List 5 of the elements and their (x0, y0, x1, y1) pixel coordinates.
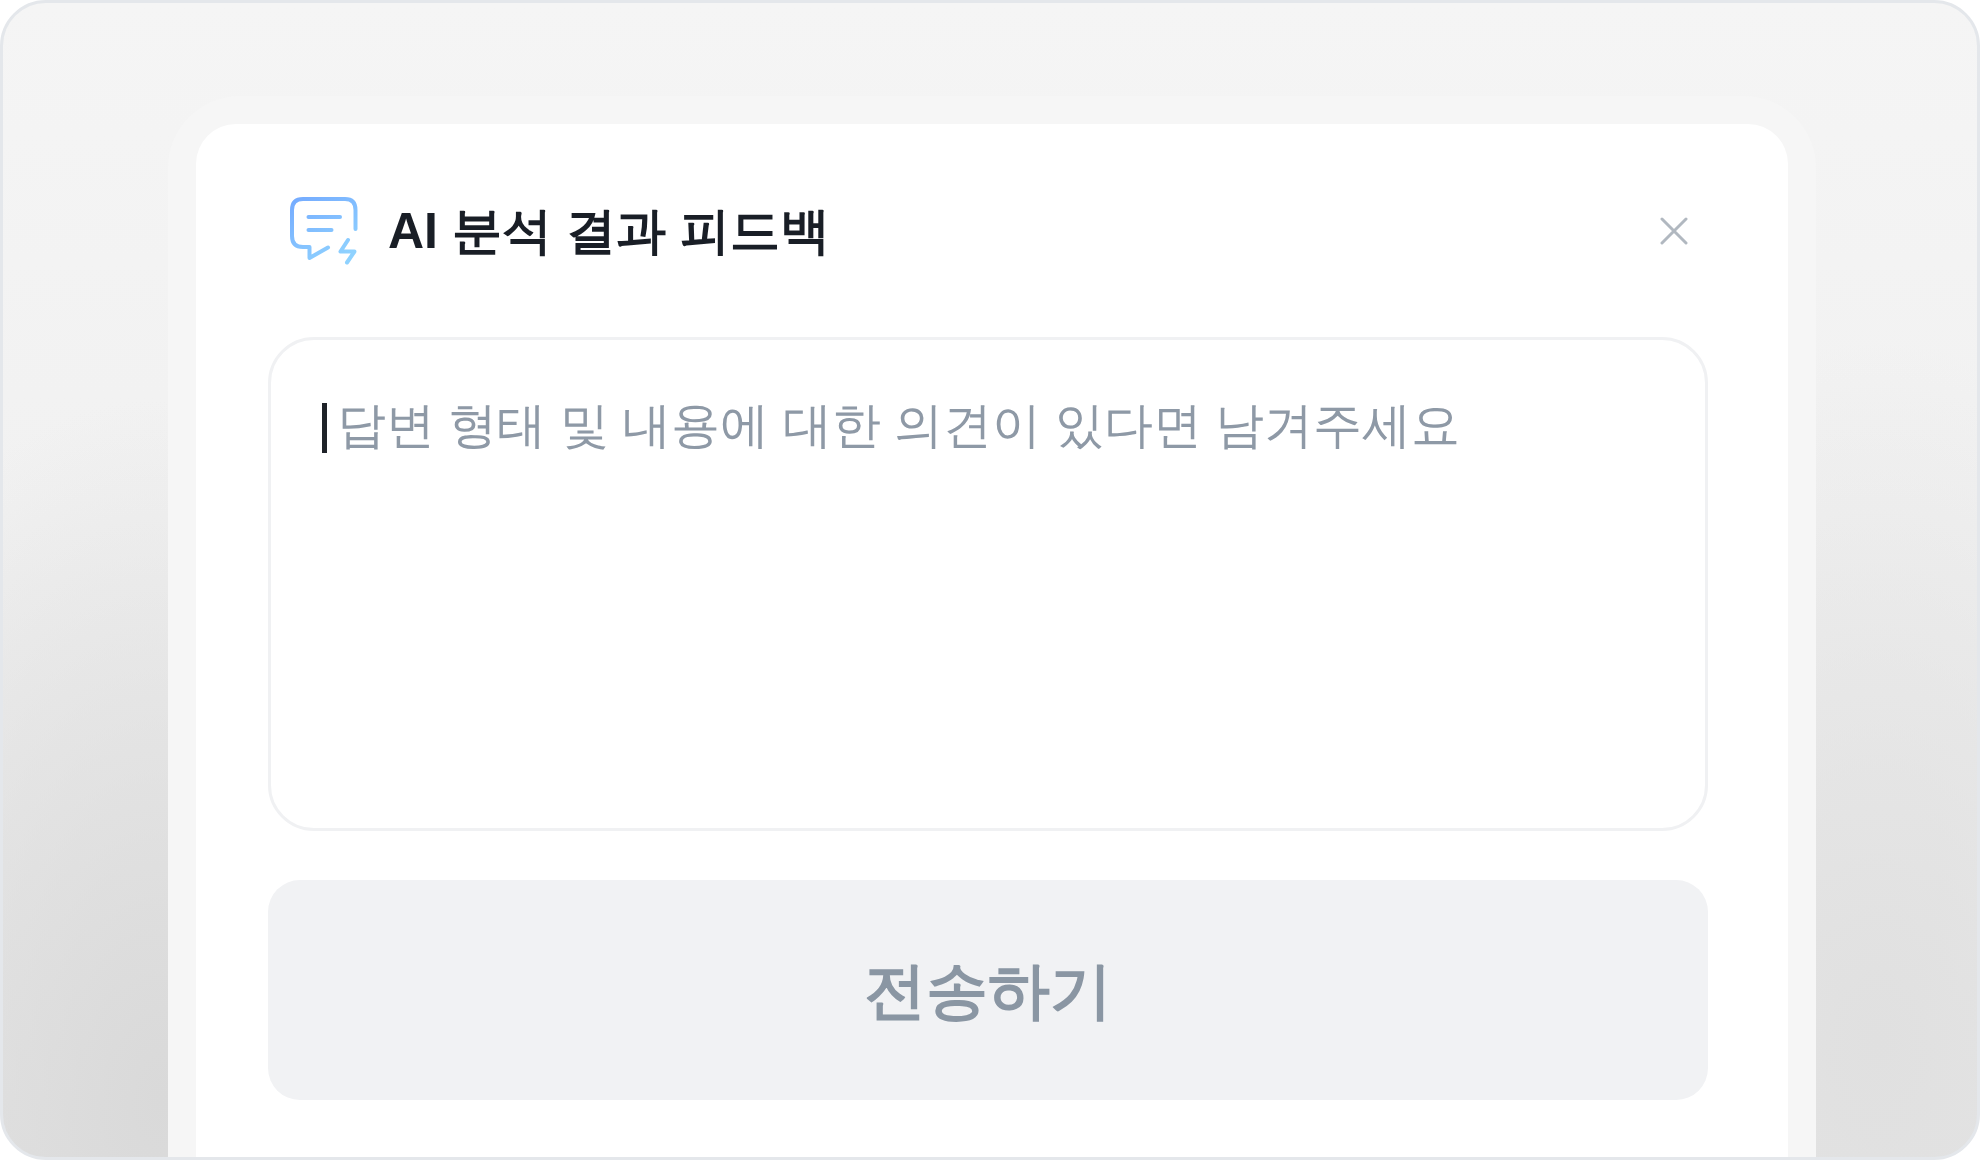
feedback-textarea[interactable]: 답변 형태 및 내용에 대한 의견이 있다면 남겨주세요 (268, 337, 1708, 831)
dialog-title: AI 분석 결과 피드백 (388, 202, 830, 261)
chat-bolt-icon (290, 197, 358, 265)
close-icon (1660, 217, 1688, 245)
close-button[interactable] (1660, 217, 1688, 245)
